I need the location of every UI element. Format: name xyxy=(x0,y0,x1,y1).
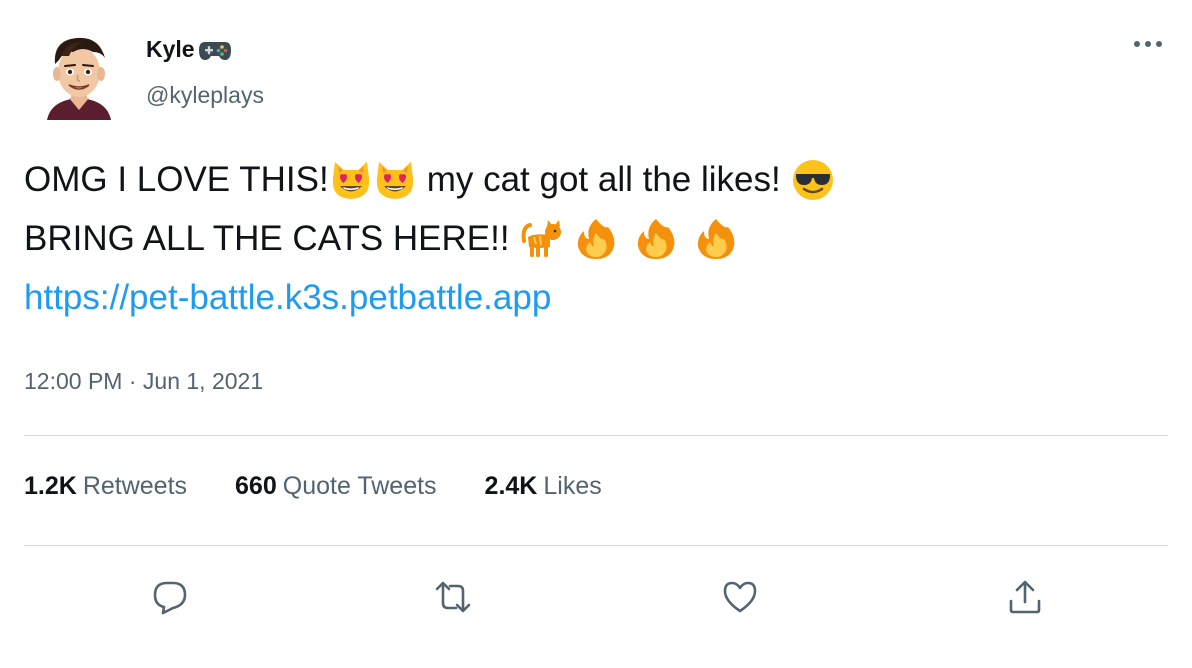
tweet-text-segment: OMG I LOVE THIS! xyxy=(24,160,329,199)
avatar[interactable] xyxy=(43,30,115,120)
heart-eyes-cat-emoji xyxy=(373,158,417,202)
tweet-line-3: https://pet-battle.k3s.petbattle.app xyxy=(24,268,1174,327)
heart-eyes-cat-emoji xyxy=(329,158,373,202)
timestamp-separator: · xyxy=(128,368,137,394)
quote-tweets-count: 660 xyxy=(235,472,277,500)
likes-stat[interactable]: 2.4K Likes xyxy=(485,472,602,501)
reply-button[interactable] xyxy=(145,572,195,622)
tweet-text-segment: BRING ALL THE CATS HERE!! xyxy=(24,219,510,258)
gamepad-icon xyxy=(198,38,232,62)
more-icon xyxy=(1134,41,1162,47)
tweet-line-2: BRING ALL THE CATS HERE!! xyxy=(24,209,1174,268)
tweet-text-segment: my cat got all the likes! xyxy=(426,160,781,199)
fire-emoji xyxy=(634,217,678,261)
retweets-count: 1.2K xyxy=(24,472,77,500)
quote-tweets-label: Quote Tweets xyxy=(282,472,437,500)
share-icon xyxy=(1009,580,1041,614)
retweets-label: Retweets xyxy=(82,472,188,500)
action-bar xyxy=(0,572,1192,622)
tweet-time[interactable]: 12:00 PM xyxy=(24,368,122,394)
timestamp: 12:00 PM · Jun 1, 2021 xyxy=(24,368,263,395)
tweet-date[interactable]: Jun 1, 2021 xyxy=(143,368,263,394)
fire-emoji xyxy=(694,217,738,261)
author-name-row[interactable]: Kyle xyxy=(146,36,232,63)
tweet-line-1: OMG I LOVE THIS! my cat got all the like… xyxy=(24,150,1174,209)
retweet-button[interactable] xyxy=(428,572,478,622)
cat-emoji xyxy=(520,217,564,261)
likes-label: Likes xyxy=(543,472,602,500)
more-options-button[interactable] xyxy=(1128,34,1168,54)
tweet-card: Kyle @kyleplays OMG I LOVE THIS! my cat … xyxy=(0,0,1192,668)
retweets-stat[interactable]: 1.2K Retweets xyxy=(24,472,187,501)
share-button[interactable] xyxy=(1000,572,1050,622)
heart-icon xyxy=(723,581,757,613)
like-button[interactable] xyxy=(715,572,765,622)
divider xyxy=(24,545,1168,546)
divider xyxy=(24,435,1168,436)
reply-icon xyxy=(153,581,187,615)
sunglasses-emoji xyxy=(791,158,835,202)
retweet-icon xyxy=(435,581,471,613)
tweet-text: OMG I LOVE THIS! my cat got all the like… xyxy=(24,150,1174,327)
author-handle[interactable]: @kyleplays xyxy=(146,82,264,109)
quote-tweets-stat[interactable]: 660 Quote Tweets xyxy=(235,472,437,501)
tweet-link[interactable]: https://pet-battle.k3s.petbattle.app xyxy=(24,268,551,327)
fire-emoji xyxy=(574,217,618,261)
display-name[interactable]: Kyle xyxy=(146,36,195,63)
likes-count: 2.4K xyxy=(484,472,538,500)
engagement-stats: 1.2K Retweets 660 Quote Tweets 2.4K Likes xyxy=(24,472,650,501)
